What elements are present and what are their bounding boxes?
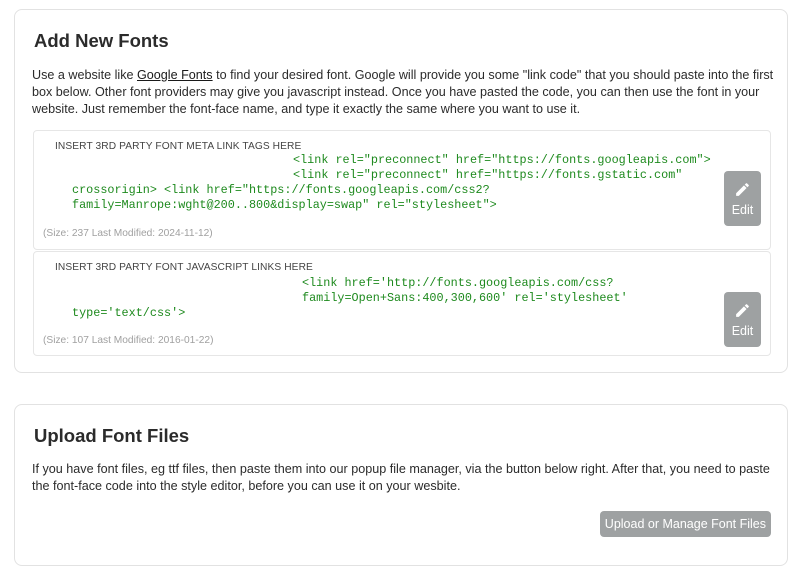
edit-javascript-links-button[interactable]: Edit xyxy=(724,292,761,347)
meta-link-tags-box[interactable]: INSERT 3RD PARTY FONT META LINK TAGS HER… xyxy=(33,130,771,250)
meta-link-tags-info: (Size: 237 Last Modified: 2024-11-12) xyxy=(43,228,213,239)
code-line: family=Manrope:wght@200..800&display=swa… xyxy=(72,198,497,212)
code-line: type='text/css'> xyxy=(72,306,186,320)
upload-fonts-panel: Upload Font Files If you have font files… xyxy=(14,404,788,566)
upload-fonts-description: If you have font files, eg ttf files, th… xyxy=(32,462,770,493)
edit-label: Edit xyxy=(731,323,754,338)
pencil-icon xyxy=(736,182,749,196)
add-fonts-description: Use a website like Google Fonts to find … xyxy=(32,68,774,116)
code-line: <link rel="preconnect" href="https://fon… xyxy=(293,153,711,167)
google-fonts-link[interactable]: Google Fonts xyxy=(137,68,213,82)
code-line: <link rel="preconnect" href="https://fon… xyxy=(293,168,683,182)
code-line: crossorigin> <link href="https://fonts.g… xyxy=(72,183,490,197)
edit-meta-link-tags-button[interactable]: Edit xyxy=(724,171,761,226)
pencil-icon xyxy=(736,303,749,317)
javascript-links-info: (Size: 107 Last Modified: 2016-01-22) xyxy=(43,335,214,346)
upload-manage-font-files-button[interactable]: Upload or Manage Font Files xyxy=(599,511,771,537)
code-line: family=Open+Sans:400,300,600' rel='style… xyxy=(302,291,628,305)
edit-label: Edit xyxy=(731,202,754,217)
meta-link-tags-label: INSERT 3RD PARTY FONT META LINK TAGS HER… xyxy=(55,141,302,152)
code-line: <link href='http://fonts.googleapis.com/… xyxy=(302,276,614,290)
javascript-links-label: INSERT 3RD PARTY FONT JAVASCRIPT LINKS H… xyxy=(55,262,313,273)
javascript-links-box[interactable]: INSERT 3RD PARTY FONT JAVASCRIPT LINKS H… xyxy=(33,251,771,356)
upload-fonts-title: Upload Font Files xyxy=(34,425,190,446)
add-fonts-title: Add New Fonts xyxy=(34,30,169,51)
add-fonts-panel: Add New Fonts Use a website like Google … xyxy=(14,9,788,373)
